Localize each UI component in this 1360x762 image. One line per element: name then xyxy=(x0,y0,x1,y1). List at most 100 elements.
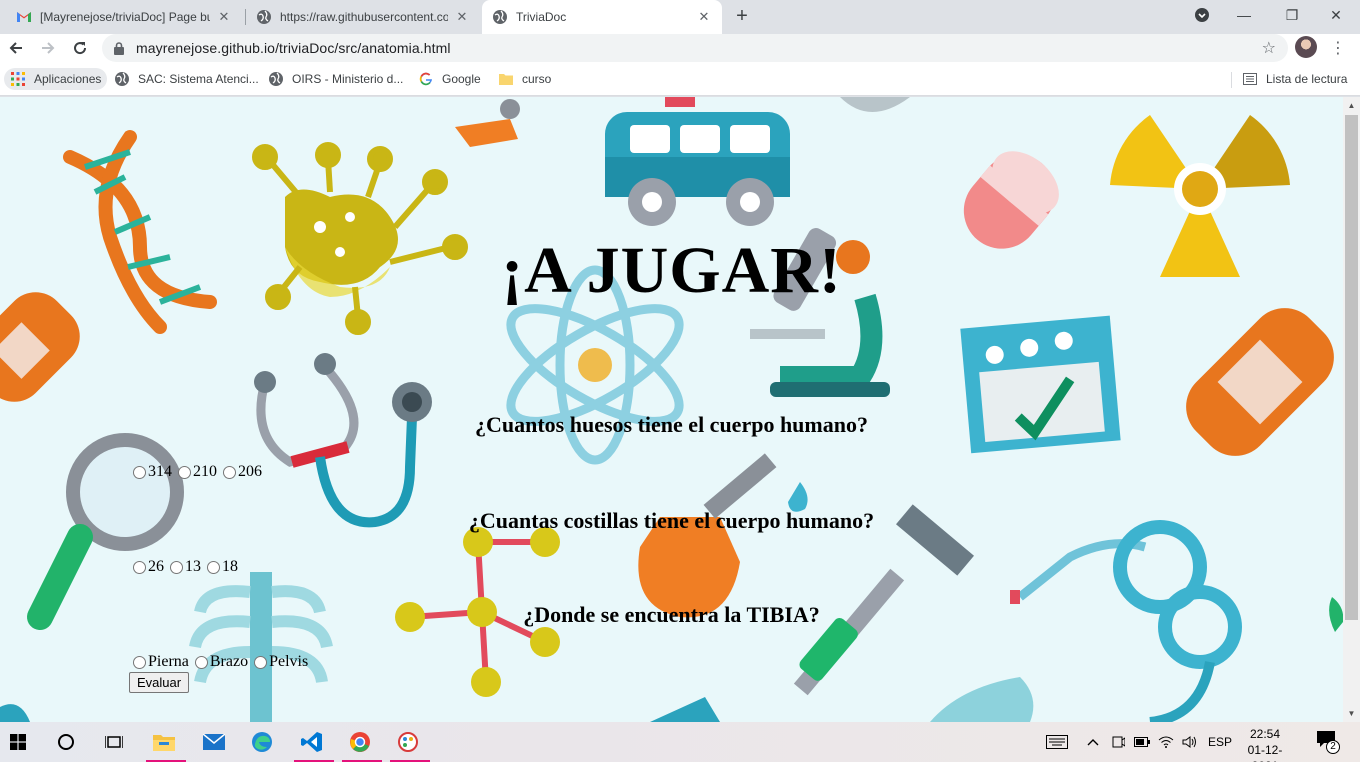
globe-icon xyxy=(256,9,272,25)
keyboard-icon[interactable] xyxy=(1044,735,1070,749)
mail-icon[interactable] xyxy=(196,726,232,758)
question-1-options: 314 210 206 xyxy=(133,463,268,481)
trivia-page: ¡A JUGAR! ¿Cuantos huesos tiene el cuerp… xyxy=(0,97,1343,722)
radio-button[interactable] xyxy=(254,655,268,669)
close-window-button[interactable]: ✕ xyxy=(1314,0,1358,30)
paint-icon[interactable] xyxy=(390,726,430,762)
radio-button[interactable] xyxy=(133,560,146,574)
radio-button[interactable] xyxy=(170,560,183,574)
battery-icon[interactable] xyxy=(1130,737,1154,747)
close-icon[interactable]: ✕ xyxy=(216,9,232,25)
option-label: 210 xyxy=(193,463,217,480)
option-label: 314 xyxy=(148,463,172,480)
task-view-icon[interactable] xyxy=(96,726,132,758)
profile-avatar[interactable] xyxy=(1295,36,1317,58)
windows-taskbar: ESP 22:54 01-12-2021 2 xyxy=(0,722,1360,762)
bookmarks-divider xyxy=(1231,72,1232,88)
chevron-up-icon[interactable] xyxy=(1080,738,1106,746)
arrow-left-icon xyxy=(9,42,22,54)
chrome-icon[interactable] xyxy=(342,726,382,762)
option-label: Pierna xyxy=(148,653,189,670)
lock-icon[interactable] xyxy=(114,41,126,55)
bookmark-curso[interactable]: curso xyxy=(492,68,557,90)
scroll-down-arrow-icon[interactable]: ▼ xyxy=(1343,705,1360,722)
option-label: Brazo xyxy=(209,653,249,670)
bookmark-label: Google xyxy=(442,72,481,86)
reload-button[interactable] xyxy=(66,34,94,62)
option-radio[interactable]: Pelvis xyxy=(254,653,308,671)
option-label: 26 xyxy=(148,558,164,575)
scroll-thumb[interactable] xyxy=(1345,115,1358,620)
clock[interactable]: 22:54 01-12-2021 xyxy=(1235,726,1295,762)
reading-list-icon xyxy=(1242,71,1258,87)
radio-button[interactable] xyxy=(133,465,146,479)
globe-icon xyxy=(114,71,130,87)
reading-list-label: Lista de lectura xyxy=(1266,72,1348,86)
tab-title: [Mayrenejose/triviaDoc] Page bu xyxy=(40,10,210,24)
bookmark-star-icon[interactable]: ☆ xyxy=(1262,38,1276,58)
option-radio[interactable]: 26 xyxy=(133,558,164,576)
radio-button[interactable] xyxy=(223,465,236,479)
tab-raw-github[interactable]: https://raw.githubusercontent.co ✕ xyxy=(246,0,480,34)
apps-grid-icon xyxy=(10,71,26,87)
tab-search-button[interactable] xyxy=(1180,0,1224,30)
globe-icon xyxy=(492,9,508,25)
scroll-up-arrow-icon[interactable]: ▲ xyxy=(1343,97,1360,114)
windows-start-icon[interactable] xyxy=(0,726,36,758)
evaluate-button[interactable]: Evaluar xyxy=(129,672,190,693)
new-tab-button[interactable]: + xyxy=(730,4,754,28)
option-label: 13 xyxy=(185,558,201,575)
globe-icon xyxy=(268,71,284,87)
bookmark-google[interactable]: Google xyxy=(412,68,487,90)
tab-gmail[interactable]: [Mayrenejose/triviaDoc] Page bu ✕ xyxy=(6,0,242,34)
wifi-icon[interactable] xyxy=(1154,736,1178,748)
vscode-icon[interactable] xyxy=(294,726,334,762)
page-viewport: ¡A JUGAR! ¿Cuantos huesos tiene el cuerp… xyxy=(0,97,1343,722)
question-1: ¿Cuantos huesos tiene el cuerpo humano? xyxy=(475,412,868,437)
minimize-button[interactable]: — xyxy=(1222,0,1266,30)
notification-center-button[interactable]: 2 xyxy=(1316,730,1344,754)
option-label: Pelvis xyxy=(269,653,309,670)
url-text: mayrenejose.github.io/triviaDoc/src/anat… xyxy=(136,40,451,56)
option-radio[interactable]: 18 xyxy=(207,558,238,576)
option-radio[interactable]: Pierna xyxy=(133,653,189,671)
bookmarks-bar: Aplicaciones SAC: Sistema Atenci... OIRS… xyxy=(0,62,1360,96)
radio-button[interactable] xyxy=(194,655,208,669)
radio-button[interactable] xyxy=(133,655,146,669)
forward-button[interactable] xyxy=(34,34,62,62)
search-circle-icon[interactable] xyxy=(48,726,84,758)
option-label: 18 xyxy=(222,558,238,575)
option-radio[interactable]: 314 xyxy=(133,463,172,481)
edge-icon[interactable] xyxy=(244,726,280,758)
back-button[interactable] xyxy=(2,34,30,62)
option-radio[interactable]: 13 xyxy=(170,558,201,576)
close-icon[interactable]: ✕ xyxy=(454,9,470,25)
gmail-icon xyxy=(16,9,32,25)
bookmark-sac[interactable]: SAC: Sistema Atenci... xyxy=(108,68,265,90)
radio-button[interactable] xyxy=(207,560,220,574)
bookmark-oirs[interactable]: OIRS - Ministerio d... xyxy=(262,68,409,90)
meet-now-icon[interactable] xyxy=(1106,735,1130,749)
maximize-button[interactable]: ❐ xyxy=(1270,0,1314,30)
question-3-options: Pierna Brazo Pelvis xyxy=(133,653,314,671)
address-bar[interactable]: mayrenejose.github.io/triviaDoc/src/anat… xyxy=(102,34,1288,62)
arrow-right-icon xyxy=(42,42,55,54)
bookmark-apps[interactable]: Aplicaciones xyxy=(4,68,108,90)
close-icon[interactable]: ✕ xyxy=(696,9,712,25)
system-tray: ESP xyxy=(1044,722,1238,762)
reading-list-button[interactable]: Lista de lectura xyxy=(1236,68,1353,90)
option-radio[interactable]: 206 xyxy=(223,463,262,481)
tab-triviadoc[interactable]: TriviaDoc ✕ xyxy=(482,0,722,34)
language-indicator[interactable]: ESP xyxy=(1202,735,1238,749)
option-radio[interactable]: 210 xyxy=(178,463,217,481)
browser-menu-button[interactable]: ⋮ xyxy=(1330,36,1346,60)
page-scrollbar[interactable]: ▲ ▼ xyxy=(1343,97,1360,722)
google-icon xyxy=(418,71,434,87)
radio-button[interactable] xyxy=(178,465,191,479)
volume-icon[interactable] xyxy=(1178,736,1202,748)
bookmark-label: SAC: Sistema Atenci... xyxy=(138,72,259,86)
question-2: ¿Cuantas costillas tiene el cuerpo human… xyxy=(468,508,875,533)
bookmark-label: curso xyxy=(522,72,552,86)
option-radio[interactable]: Brazo xyxy=(194,653,249,671)
file-explorer-icon[interactable] xyxy=(146,726,186,762)
